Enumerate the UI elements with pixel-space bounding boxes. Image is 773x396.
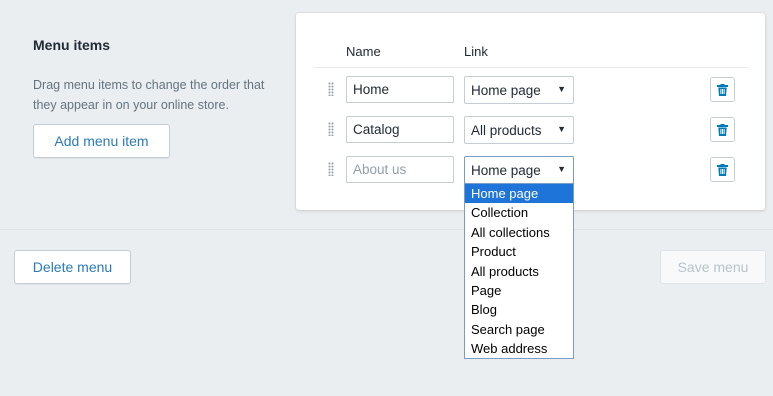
page-divider: [0, 229, 773, 230]
menu-item-row: Home page ▼: [296, 76, 765, 104]
drag-handle-icon[interactable]: [328, 82, 334, 96]
dropdown-option[interactable]: Page: [465, 281, 573, 300]
menu-item-row: All products ▼: [296, 116, 765, 144]
dropdown-option[interactable]: All collections: [465, 223, 573, 242]
trash-icon: [717, 123, 728, 136]
menu-item-name-input[interactable]: [346, 76, 454, 103]
link-column-header: Link: [464, 44, 488, 59]
dropdown-option[interactable]: Product: [465, 242, 573, 261]
menu-item-row: Home page ▼: [296, 156, 765, 184]
delete-item-button[interactable]: [710, 117, 735, 142]
dropdown-option[interactable]: Search page: [465, 320, 573, 339]
delete-menu-button[interactable]: Delete menu: [14, 250, 131, 284]
trash-icon: [717, 83, 728, 96]
menu-items-section: Menu items Drag menu items to change the…: [33, 35, 283, 112]
header-divider: [314, 67, 747, 68]
name-column-header: Name: [346, 44, 381, 59]
menu-item-name-input[interactable]: [346, 116, 454, 143]
delete-item-button[interactable]: [710, 77, 735, 102]
trash-icon: [717, 163, 728, 176]
link-select-value: Home page: [471, 162, 541, 178]
menu-item-link-select[interactable]: All products ▼: [464, 116, 574, 144]
dropdown-option[interactable]: All products: [465, 262, 573, 281]
caret-down-icon: ▼: [557, 84, 566, 94]
section-title: Menu items: [33, 37, 111, 53]
add-menu-item-button[interactable]: Add menu item: [33, 124, 170, 158]
link-options-dropdown[interactable]: Home page Collection All collections Pro…: [464, 183, 574, 359]
drag-handle-icon[interactable]: [328, 162, 334, 176]
delete-item-button[interactable]: [710, 157, 735, 182]
caret-down-icon: ▼: [557, 164, 566, 174]
dropdown-option[interactable]: Blog: [465, 300, 573, 319]
dropdown-option[interactable]: Web address: [465, 339, 573, 358]
caret-down-icon: ▼: [557, 124, 566, 134]
dropdown-option[interactable]: Collection: [465, 203, 573, 222]
menu-item-link-select[interactable]: Home page ▼: [464, 156, 574, 184]
section-description: Drag menu items to change the order that…: [33, 78, 265, 112]
link-select-value: All products: [471, 122, 542, 138]
save-menu-button[interactable]: Save menu: [660, 250, 766, 284]
menu-item-name-input[interactable]: [346, 156, 454, 183]
link-select-value: Home page: [471, 82, 541, 98]
drag-handle-icon[interactable]: [328, 122, 334, 136]
dropdown-option[interactable]: Home page: [465, 184, 573, 204]
menu-items-card: Name Link Home page ▼ All products ▼ Hom…: [296, 13, 765, 210]
menu-item-link-select[interactable]: Home page ▼: [464, 76, 574, 104]
